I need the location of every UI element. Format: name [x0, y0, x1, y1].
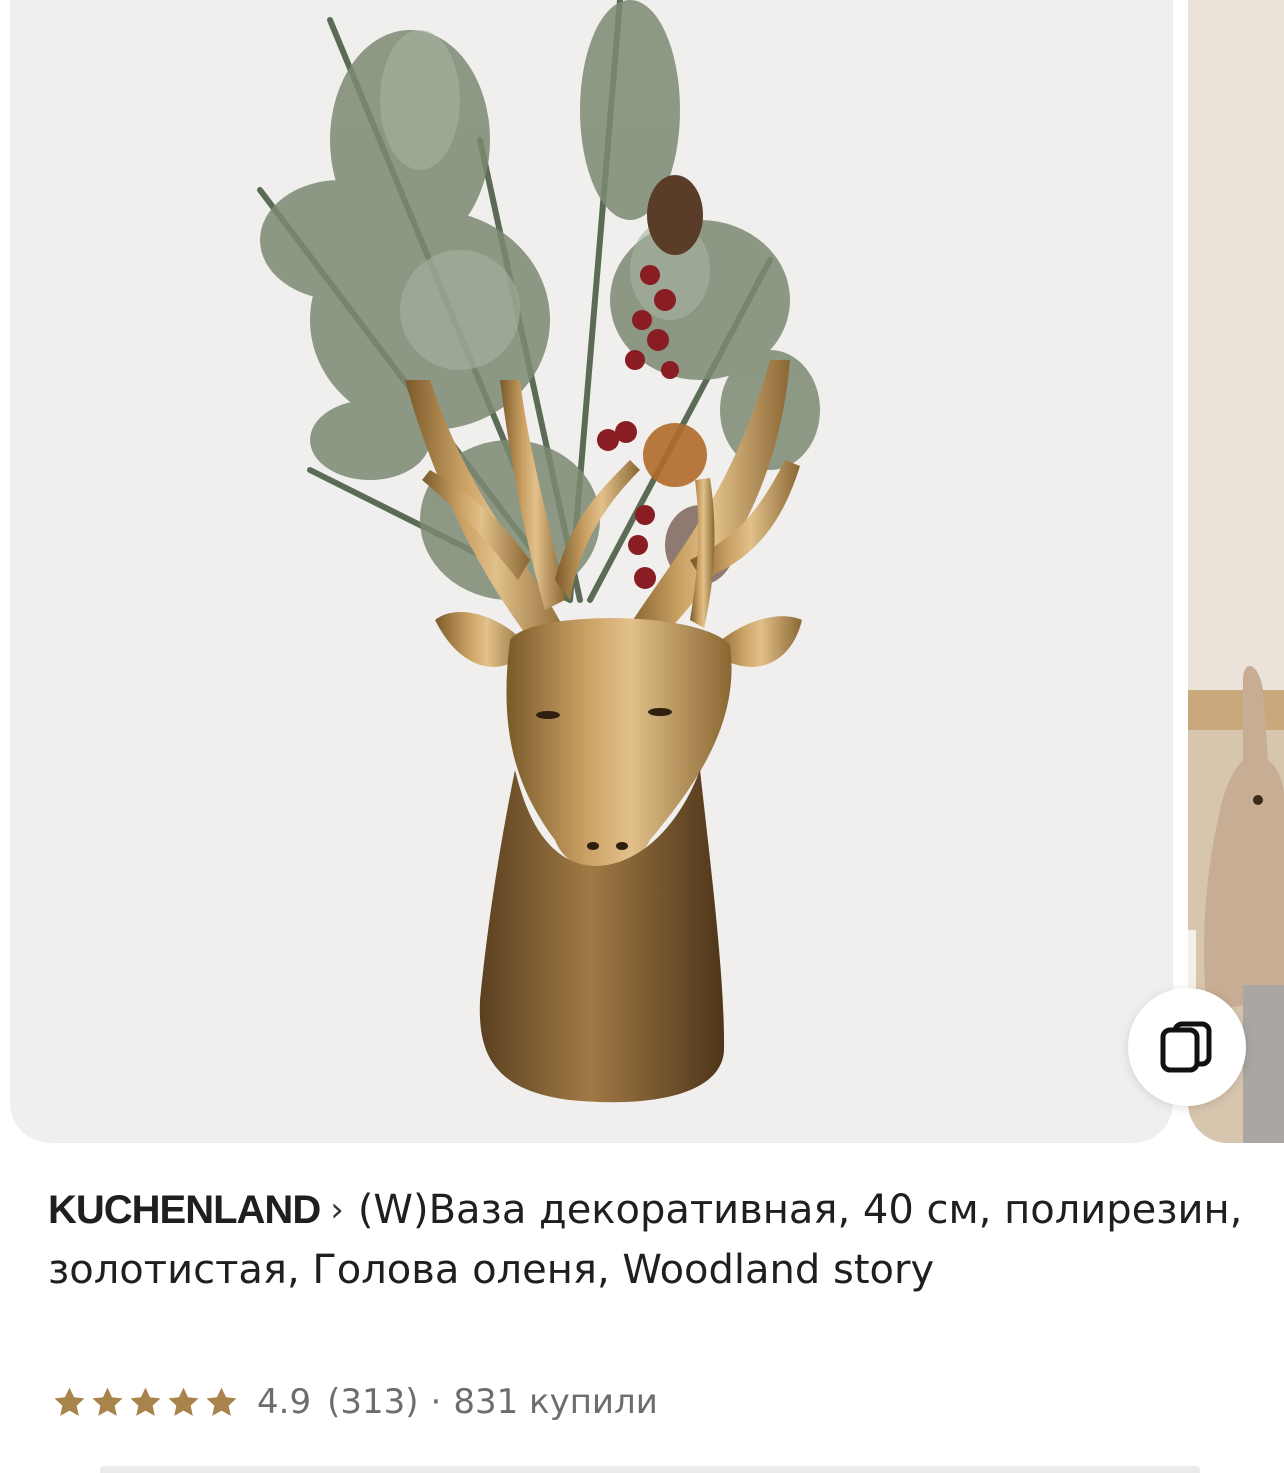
product-image-gallery[interactable]: [0, 0, 1284, 1145]
product-title: KUCHENLAND › (W)Ваза декоративная, 40 см, …: [48, 1180, 1248, 1300]
deer-vase-image: [257, 0, 820, 1103]
star-icon: [168, 1387, 199, 1416]
rating-stars: [52, 1385, 239, 1420]
deer-figurine-image: [1188, 0, 1284, 1143]
star-icon: [92, 1387, 123, 1416]
separator-dot: ·: [430, 1382, 442, 1422]
cards-compare-icon: [1160, 1021, 1212, 1073]
chevron-right-icon: ›: [330, 1190, 344, 1230]
purchases-count: 831 купили: [453, 1382, 658, 1422]
product-image-main[interactable]: [10, 0, 1173, 1143]
rating-row[interactable]: 4.9 (313) · 831 купили: [52, 1380, 658, 1424]
star-icon: [206, 1387, 237, 1416]
star-icon: [130, 1387, 161, 1416]
star-icon: [54, 1387, 85, 1416]
next-section-edge: [100, 1466, 1200, 1473]
product-info: KUCHENLAND › (W)Ваза декоративная, 40 см, …: [48, 1180, 1248, 1300]
cards-compare-button[interactable]: [1128, 988, 1246, 1106]
rating-value: 4.9: [257, 1382, 312, 1422]
brand-link[interactable]: KUCHENLAND: [48, 1188, 321, 1232]
product-image-next[interactable]: [1188, 0, 1284, 1143]
reviews-count[interactable]: (313): [327, 1382, 418, 1422]
